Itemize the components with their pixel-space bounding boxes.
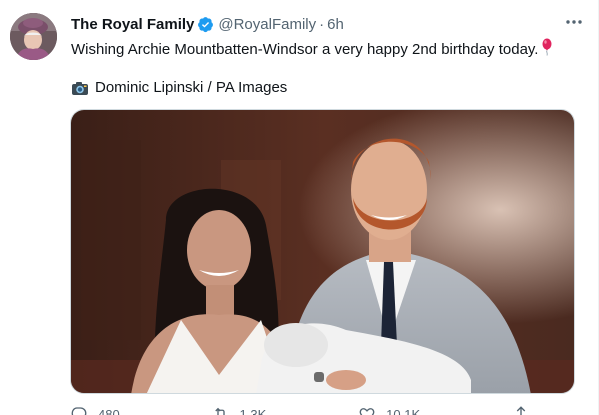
- tweet[interactable]: The Royal Family @RoyalFamily · 6h Wishi…: [0, 0, 599, 415]
- verified-badge-icon: [197, 16, 214, 33]
- tweet-photo[interactable]: [70, 109, 575, 394]
- like-icon: [358, 405, 376, 415]
- retweet-button[interactable]: 1.3K: [212, 404, 267, 415]
- avatar[interactable]: [10, 13, 57, 60]
- photo-credit: Dominic Lipinski / PA Images: [71, 78, 287, 98]
- like-count: 10.1K: [386, 406, 421, 415]
- separator-dot: ·: [319, 15, 325, 33]
- share-icon: [512, 405, 530, 415]
- camera-emoji-icon: [71, 80, 89, 96]
- tweet-body: Wishing Archie Mountbatten-Windsor a ver…: [71, 40, 539, 58]
- reply-button[interactable]: 480: [70, 404, 120, 415]
- like-button[interactable]: 10.1K: [358, 404, 420, 415]
- user-handle[interactable]: @RoyalFamily: [218, 16, 316, 33]
- tweet-header: The Royal Family @RoyalFamily · 6h: [71, 14, 568, 34]
- photo-credit-text: Dominic Lipinski / PA Images: [95, 79, 288, 96]
- share-button[interactable]: [512, 404, 540, 415]
- tweet-actions: 480 1.3K 10.1K: [70, 404, 540, 415]
- tweet-text: Wishing Archie Mountbatten-Windsor a ver…: [71, 38, 578, 62]
- tweet-timestamp[interactable]: 6h: [327, 16, 344, 33]
- more-options-icon[interactable]: [564, 12, 584, 32]
- display-name[interactable]: The Royal Family: [71, 16, 194, 33]
- retweet-icon: [212, 405, 230, 415]
- balloon-emoji-icon: [541, 38, 553, 62]
- reply-count: 480: [98, 406, 120, 415]
- reply-icon: [70, 405, 88, 415]
- retweet-count: 1.3K: [239, 406, 267, 415]
